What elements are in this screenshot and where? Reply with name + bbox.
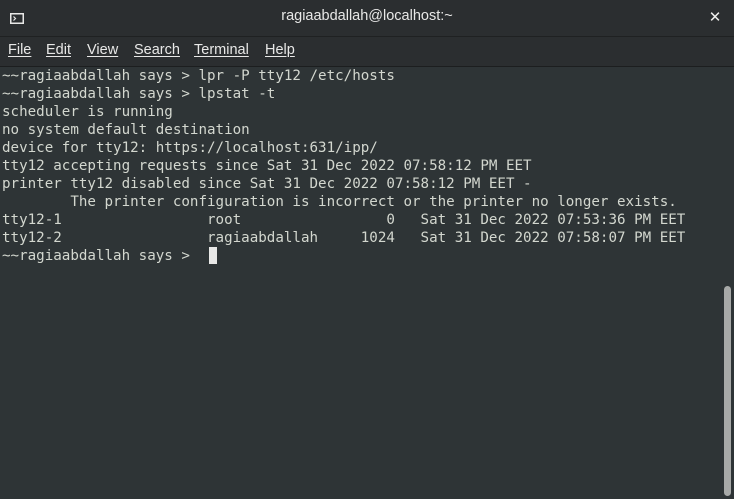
menu-item-edit[interactable]: Edit (46, 42, 71, 58)
menu-bar: File Edit View Search Terminal Help (0, 37, 734, 67)
title-bar[interactable]: ragiaabdallah@localhost:~ ✕ (0, 0, 734, 37)
terminal-window: ragiaabdallah@localhost:~ ✕ File Edit Vi… (0, 0, 734, 499)
close-icon: ✕ (708, 8, 722, 26)
terminal-line: tty12-2 ragiaabdallah 1024 Sat 31 Dec 20… (2, 230, 686, 246)
terminal-line: device for tty12: https://localhost:631/… (2, 140, 378, 156)
close-button[interactable]: ✕ (708, 9, 722, 25)
terminal-line: tty12-1 root 0 Sat 31 Dec 2022 07:53:36 … (2, 212, 686, 228)
terminal-prompt-line: ~~ragiaabdallah says > (2, 248, 199, 264)
scrollbar-thumb[interactable] (724, 286, 731, 496)
vertical-scrollbar[interactable] (722, 67, 734, 499)
terminal-line: ~~ragiaabdallah says > lpr -P tty12 /etc… (2, 68, 395, 84)
window-title: ragiaabdallah@localhost:~ (281, 8, 453, 24)
menu-item-help[interactable]: Help (265, 42, 295, 58)
terminal-output[interactable]: ~~ragiaabdallah says > lpr -P tty12 /etc… (0, 67, 722, 499)
text-cursor (209, 247, 217, 264)
terminal-line: ~~ragiaabdallah says > lpstat -t (2, 86, 276, 102)
terminal-line: scheduler is running (2, 104, 173, 120)
menu-item-search[interactable]: Search (134, 42, 180, 58)
terminal-line: printer tty12 disabled since Sat 31 Dec … (2, 176, 532, 192)
menu-item-view[interactable]: View (87, 42, 118, 58)
terminal-line: no system default destination (2, 122, 250, 138)
menu-item-terminal[interactable]: Terminal (194, 42, 249, 58)
terminal-line: The printer configuration is incorrect o… (2, 194, 677, 210)
terminal-line: tty12 accepting requests since Sat 31 De… (2, 158, 532, 174)
menu-item-file[interactable]: File (8, 42, 31, 58)
